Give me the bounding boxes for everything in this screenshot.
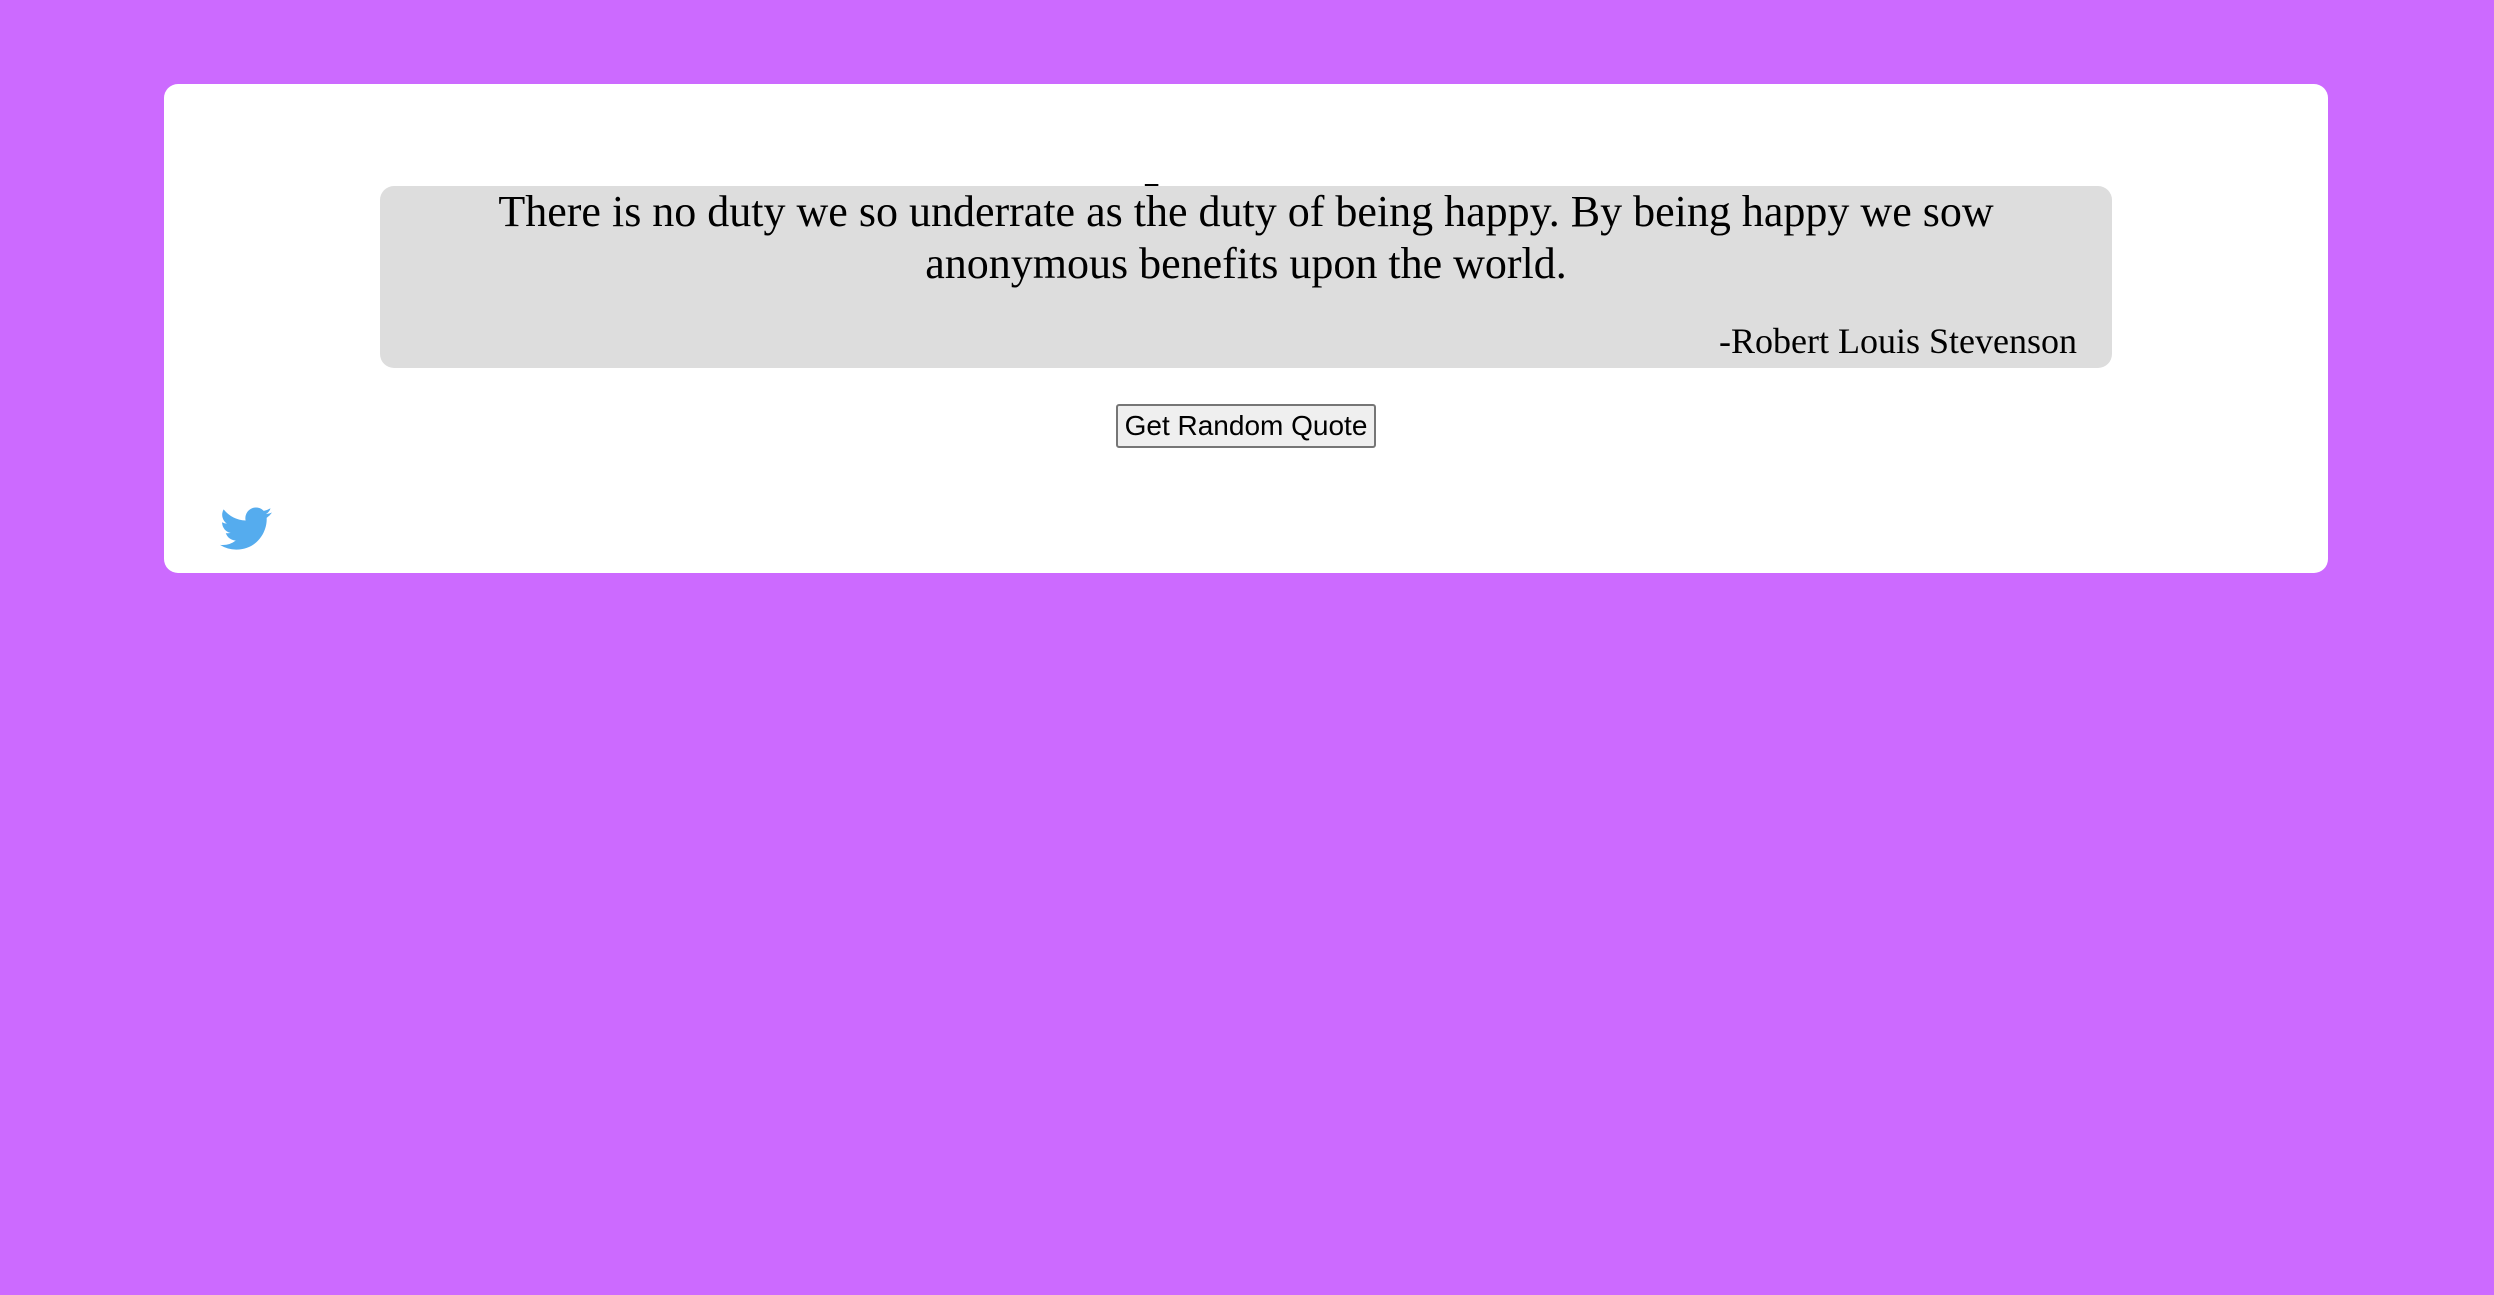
quote-card: Get a Random Quote Here!! There is no du… — [164, 84, 2328, 573]
quote-text: There is no duty we so underrate as the … — [498, 187, 1994, 288]
tweet-quote-link[interactable] — [220, 506, 272, 552]
quote-author: -Robert Louis Stevenson — [1719, 321, 2077, 361]
quote-box: There is no duty we so underrate as the … — [380, 186, 2112, 368]
twitter-icon — [220, 506, 272, 552]
get-random-quote-button[interactable]: Get Random Quote — [1116, 404, 1376, 448]
